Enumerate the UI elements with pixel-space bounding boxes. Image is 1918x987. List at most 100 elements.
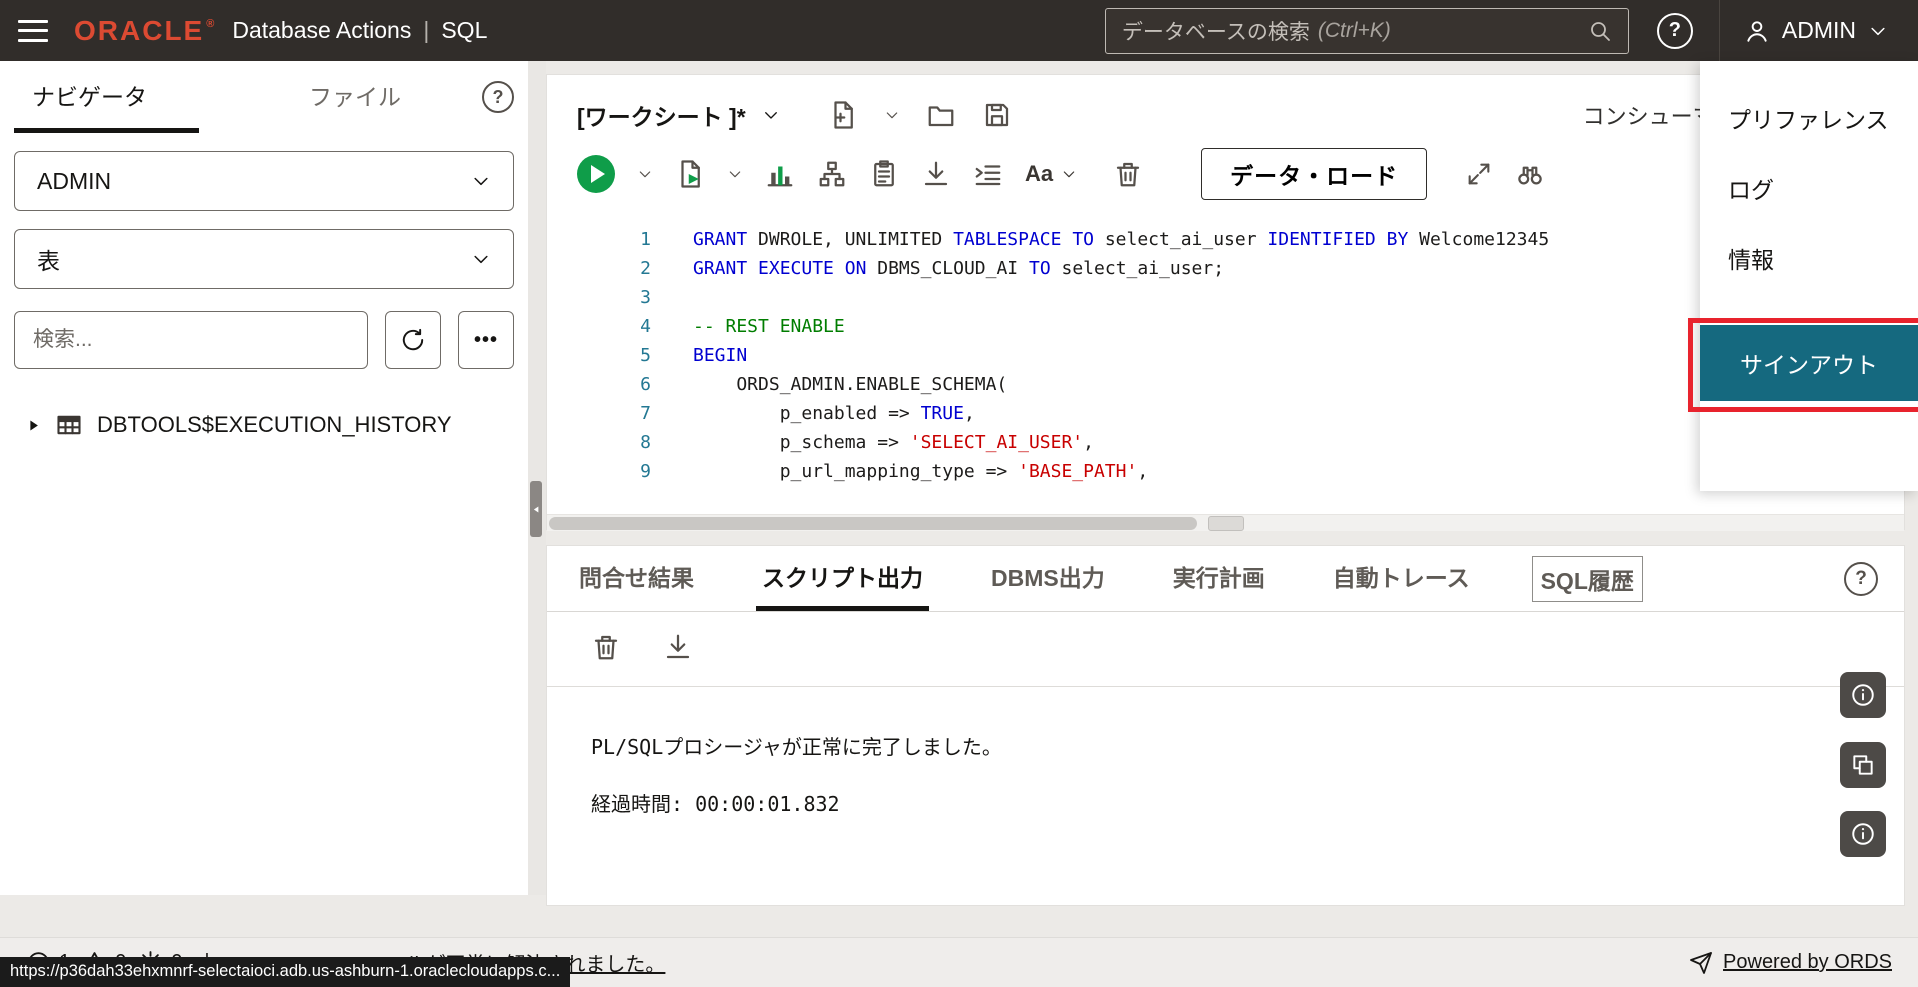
output-details-button[interactable] xyxy=(1840,811,1886,857)
new-worksheet-dropdown-button[interactable] xyxy=(884,107,900,123)
hamburger-menu-button[interactable] xyxy=(18,20,48,42)
binoculars-icon xyxy=(1515,159,1545,189)
oracle-logo: ORACLE® xyxy=(74,15,216,47)
worksheet-title: [ワークシート ]* xyxy=(577,98,746,132)
run-script-icon xyxy=(675,159,705,189)
line-number: 4 xyxy=(547,312,651,341)
copy-output-button[interactable] xyxy=(1840,742,1886,788)
save-icon xyxy=(982,100,1012,130)
scrollbar-thumb[interactable] xyxy=(549,517,1197,530)
sidebar: ナビゲータ ファイル ? ADMIN 表 ••• DBTOOLS$EXECUTI… xyxy=(0,61,528,895)
link-preview-tooltip: https://p36dah33ehxmnrf-selectaioci.adb.… xyxy=(0,957,570,987)
app-title: Database Actions | SQL xyxy=(232,17,487,44)
run-dropdown-button[interactable] xyxy=(637,166,653,182)
save-button[interactable] xyxy=(982,100,1012,130)
object-type-select-value: 表 xyxy=(37,242,60,276)
tab-files[interactable]: ファイル xyxy=(291,61,413,133)
format-button[interactable] xyxy=(973,159,1003,189)
sidebar-tabs: ナビゲータ ファイル ? xyxy=(14,61,514,133)
user-dropdown-menu: プリファレンス ログ 情報 サインアウト xyxy=(1700,61,1918,491)
panel-splitter-grip[interactable] xyxy=(1208,516,1244,531)
horizontal-scrollbar[interactable] xyxy=(547,514,1904,531)
download-query-button[interactable] xyxy=(921,159,951,189)
search-placeholder: データベースの検索 xyxy=(1122,16,1310,46)
trash-icon xyxy=(591,632,621,662)
sidebar-search-row: ••• xyxy=(14,311,514,369)
menu-item-about[interactable]: 情報 xyxy=(1700,223,1918,293)
schema-select[interactable]: ADMIN xyxy=(14,151,514,211)
download-output-button[interactable] xyxy=(663,632,693,662)
user-name: ADMIN xyxy=(1782,17,1856,44)
clear-worksheet-button[interactable] xyxy=(1113,159,1143,189)
line-number: 6 xyxy=(547,370,651,399)
new-worksheet-button[interactable] xyxy=(828,100,858,130)
chevron-down-icon xyxy=(1061,166,1077,182)
caret-right-icon[interactable] xyxy=(26,418,41,433)
sql-history-button[interactable] xyxy=(869,159,899,189)
copy-icon xyxy=(1850,752,1876,778)
menu-item-log[interactable]: ログ xyxy=(1700,153,1918,223)
trash-icon xyxy=(1113,159,1143,189)
find-button[interactable] xyxy=(1515,159,1545,189)
tree-item-label: DBTOOLS$EXECUTION_HISTORY xyxy=(97,412,452,438)
folder-icon xyxy=(926,100,956,130)
search-icon xyxy=(1588,19,1612,43)
sidebar-help-button[interactable]: ? xyxy=(482,81,514,113)
clear-output-button[interactable] xyxy=(591,632,621,662)
output-message: PL/SQLプロシージャが正常に完了しました。 xyxy=(591,731,1904,760)
format-icon xyxy=(973,159,1003,189)
sidebar-search-input[interactable] xyxy=(14,311,368,369)
info-icon xyxy=(1850,682,1876,708)
maximize-icon xyxy=(1465,160,1493,188)
table-icon xyxy=(55,411,83,439)
chart-icon xyxy=(765,159,795,189)
maximize-button[interactable] xyxy=(1465,160,1493,188)
tab-script-output[interactable]: スクリプト出力 xyxy=(756,546,929,611)
sign-out-button[interactable]: サインアウト xyxy=(1700,325,1918,401)
tab-navigator[interactable]: ナビゲータ xyxy=(14,61,199,133)
tab-query-result[interactable]: 問合せ結果 xyxy=(573,546,700,611)
line-number: 3 xyxy=(547,283,651,312)
download-icon xyxy=(663,632,693,662)
tab-explain-plan[interactable]: 実行計画 xyxy=(1167,546,1271,611)
line-number: 1 xyxy=(547,225,651,254)
output-info-button[interactable] xyxy=(1840,672,1886,718)
collapse-sidebar-handle[interactable] xyxy=(530,481,542,537)
chevron-down-icon xyxy=(637,166,653,182)
app-header: ORACLE® Database Actions | SQL データベースの検索… xyxy=(0,0,1918,61)
results-help-button[interactable]: ? xyxy=(1844,562,1878,596)
autotrace-button[interactable] xyxy=(817,159,847,189)
explain-plan-button[interactable] xyxy=(765,159,795,189)
help-button[interactable]: ? xyxy=(1657,13,1693,49)
powered-by-ords-link[interactable]: Powered by ORDS xyxy=(1689,951,1892,975)
sidebar-splitter[interactable] xyxy=(528,61,546,895)
run-script-dropdown-button[interactable] xyxy=(727,166,743,182)
object-tree: DBTOOLS$EXECUTION_HISTORY xyxy=(14,411,514,439)
tab-sql-history[interactable]: SQL履歴 xyxy=(1532,556,1643,602)
database-search-input[interactable]: データベースの検索 (Ctrl+K) xyxy=(1105,8,1629,54)
elapsed-time: 経過時間: 00:00:01.832 xyxy=(591,788,1904,817)
object-type-select[interactable]: 表 xyxy=(14,229,514,289)
info-icon xyxy=(1850,821,1876,847)
line-number: 8 xyxy=(547,428,651,457)
tree-item[interactable]: DBTOOLS$EXECUTION_HISTORY xyxy=(14,411,514,439)
results-toolbar xyxy=(547,612,1904,678)
script-output: PL/SQLプロシージャが正常に完了しました。 経過時間: 00:00:01.8… xyxy=(547,687,1904,817)
download-icon xyxy=(921,159,951,189)
line-number: 5 xyxy=(547,341,651,370)
worksheet-title-dropdown[interactable]: [ワークシート ]* xyxy=(577,98,780,132)
run-statement-button[interactable] xyxy=(577,155,615,193)
refresh-button[interactable] xyxy=(385,311,441,369)
line-number: 2 xyxy=(547,254,651,283)
font-size-button[interactable]: Aa xyxy=(1025,161,1077,187)
run-script-button[interactable] xyxy=(675,159,705,189)
user-icon xyxy=(1744,18,1770,44)
user-menu-button[interactable]: ADMIN xyxy=(1719,0,1918,61)
more-actions-button[interactable]: ••• xyxy=(458,311,514,369)
tab-autotrace[interactable]: 自動トレース xyxy=(1327,546,1476,611)
data-load-button[interactable]: データ・ロード xyxy=(1201,148,1427,200)
menu-item-preferences[interactable]: プリファレンス xyxy=(1700,83,1918,153)
tab-dbms-output[interactable]: DBMS出力 xyxy=(985,546,1111,611)
font-size-icon: Aa xyxy=(1025,161,1053,187)
open-file-button[interactable] xyxy=(926,100,956,130)
